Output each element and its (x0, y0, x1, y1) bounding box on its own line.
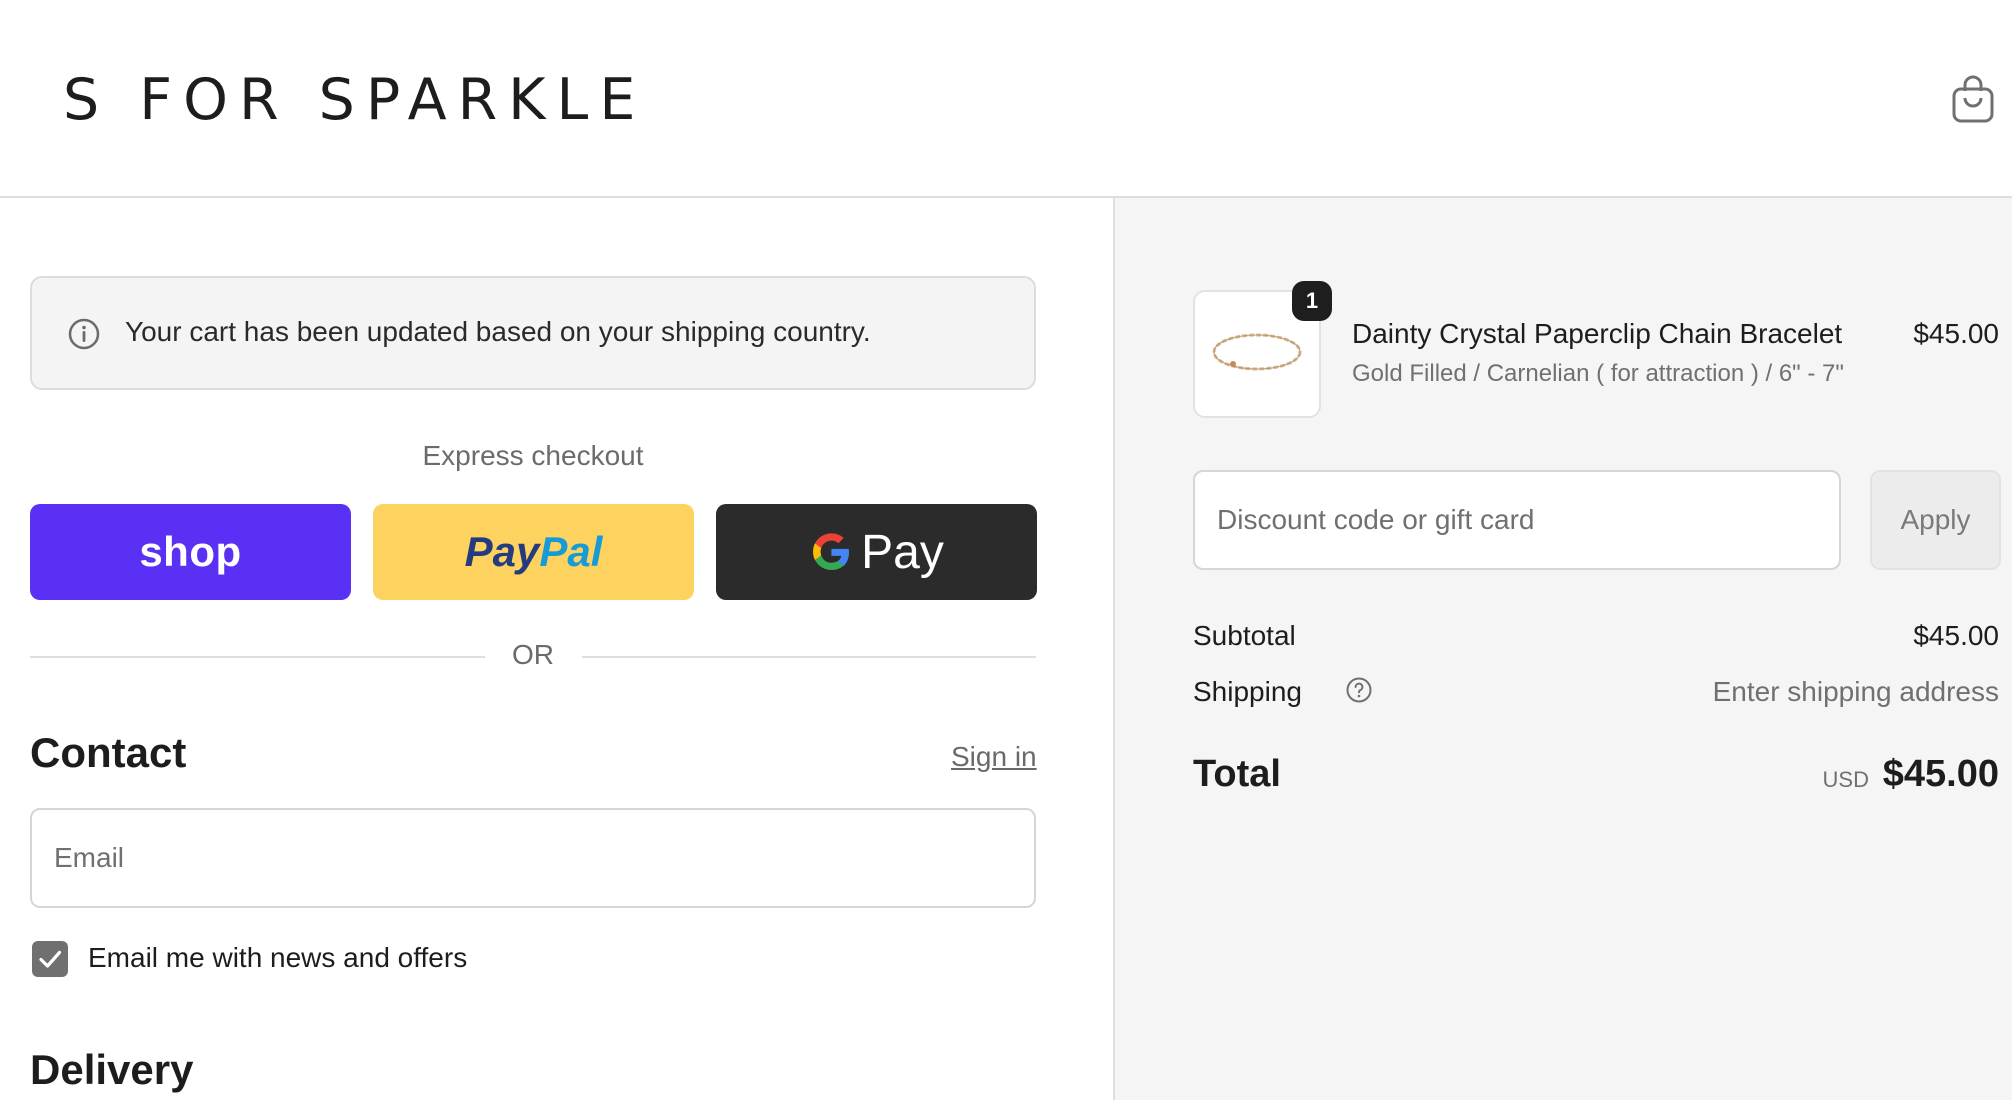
contact-heading: Contact (30, 729, 187, 776)
google-g-icon (813, 533, 850, 570)
total-label: Total (1193, 753, 1281, 795)
site-header: S FOR SPARKLE (0, 0, 2012, 198)
google-pay-label: Pay (861, 525, 944, 579)
google-pay-button[interactable]: Pay (716, 504, 1037, 600)
checkmark-icon (39, 950, 62, 968)
newsletter-checkbox[interactable] (32, 941, 68, 977)
notice-text: Your cart has been updated based on your… (125, 316, 871, 347)
info-icon (68, 318, 100, 350)
or-divider-text: OR (512, 639, 554, 670)
paypal-label-part1: Pay (464, 528, 540, 575)
help-icon[interactable] (1346, 677, 1372, 703)
cart-updated-notice: Your cart has been updated based on your… (30, 276, 1036, 390)
shop-pay-label: shop (139, 528, 242, 575)
total-currency: USD (1822, 767, 1869, 792)
paypal-button[interactable]: Pay Pal (373, 504, 694, 600)
divider-left (30, 656, 485, 658)
paypal-label-part2: Pal (539, 528, 603, 575)
shipping-label: Shipping (1193, 676, 1302, 707)
product-variant: Gold Filled / Carnelian ( for attraction… (1352, 360, 1844, 387)
discount-code-input[interactable] (1193, 470, 1841, 570)
product-price: $45.00 (1913, 318, 1999, 349)
shopping-bag-icon[interactable] (1951, 74, 1995, 124)
subtotal-label: Subtotal (1193, 620, 1296, 651)
quantity-badge: 1 (1292, 281, 1332, 321)
newsletter-label[interactable]: Email me with news and offers (88, 942, 467, 974)
apply-discount-button[interactable]: Apply (1870, 470, 2001, 570)
checkout-main: Your cart has been updated based on your… (0, 198, 1113, 1100)
divider-right (582, 656, 1036, 658)
shop-pay-button[interactable]: shop (30, 504, 351, 600)
order-summary: 1 Dainty Crystal Paperclip Chain Bracele… (1113, 198, 2012, 1100)
express-checkout-label: Express checkout (422, 440, 644, 471)
sign-in-link[interactable]: Sign in (951, 741, 1037, 773)
total-value: $45.00 (1882, 753, 1999, 795)
email-field[interactable] (30, 808, 1036, 908)
delivery-heading: Delivery (30, 1046, 194, 1093)
product-name: Dainty Crystal Paperclip Chain Bracelet (1352, 318, 1843, 349)
brand-logo[interactable]: S FOR SPARKLE (63, 64, 646, 136)
shipping-value: Enter shipping address (1712, 676, 1999, 707)
subtotal-value: $45.00 (1913, 620, 1999, 651)
